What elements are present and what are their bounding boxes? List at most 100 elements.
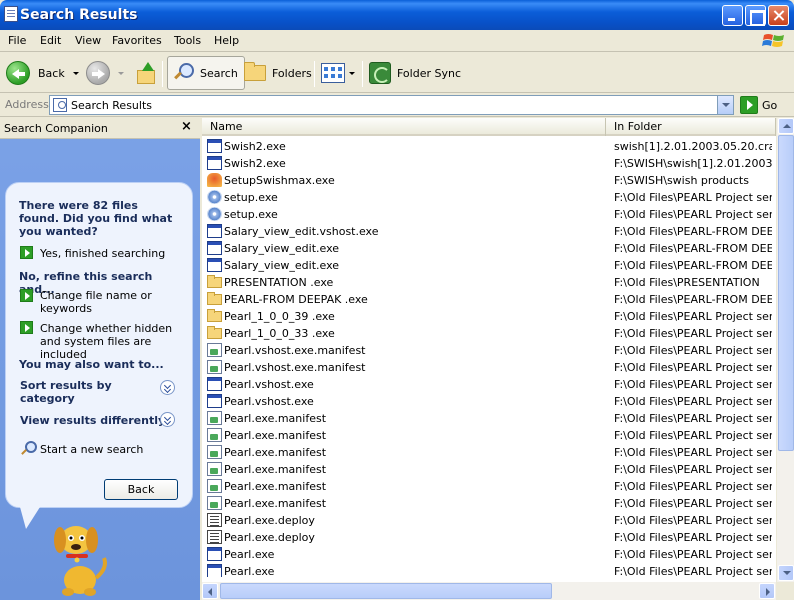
table-row[interactable]: PRESENTATION .exe F:\Old Files\PRESENTATI… [202, 274, 776, 291]
table-row[interactable]: Pearl.exe.manifest F:\Old Files\PEARL Pro… [202, 478, 776, 495]
table-row[interactable]: setup.exe F:\Old Files\PEARL Project sent… [202, 189, 776, 206]
companion-back-button[interactable]: Back [104, 479, 178, 500]
table-row[interactable]: setup.exe F:\Old Files\PEARL Project sent… [202, 206, 776, 223]
table-row[interactable]: Swish2.exe F:\SWISH\swish[1].2.01.2003.0.… [202, 155, 776, 172]
file-name[interactable]: Pearl.exe.manifest [224, 444, 606, 461]
file-name[interactable]: Pearl_1_0_0_39 .exe [224, 308, 606, 325]
menu-edit[interactable]: Edit [40, 34, 61, 47]
file-name[interactable]: PEARL-FROM DEEPAK .exe [224, 291, 606, 308]
address-input[interactable]: Search Results [49, 95, 734, 115]
table-row[interactable]: Salary_view_edit.exe F:\Old Files\PEARL-F… [202, 257, 776, 274]
views-dropdown-icon[interactable] [349, 71, 355, 75]
table-row[interactable]: Swish2.exe swish[1].2.01.2003.05.20.crack [202, 138, 776, 155]
file-name[interactable]: Pearl.exe.deploy [224, 512, 606, 529]
table-row[interactable]: Pearl.vshost.exe.manifest F:\Old Files\PE… [202, 359, 776, 376]
table-row[interactable]: Pearl.exe F:\Old Files\PEARL Project sent… [202, 563, 776, 577]
exe-icon [207, 394, 222, 408]
menu-favorites[interactable]: Favorites [112, 34, 162, 47]
column-in-folder[interactable]: In Folder [606, 118, 776, 136]
file-list-view[interactable]: Name In Folder Swish2.exe swish[1].2.01.2… [202, 118, 794, 600]
menu-tools[interactable]: Tools [174, 34, 201, 47]
search-button[interactable]: Search [167, 56, 245, 90]
file-folder: F:\Old Files\PEARL Project sent\... [614, 429, 772, 442]
back-dropdown-icon[interactable] [72, 71, 79, 75]
file-name[interactable]: Pearl.exe.manifest [224, 410, 606, 427]
address-value[interactable]: Search Results [71, 99, 152, 112]
column-name[interactable]: Name [202, 118, 606, 136]
menu-file[interactable]: File [8, 34, 26, 47]
file-name[interactable]: PRESENTATION .exe [224, 274, 606, 291]
file-name[interactable]: Pearl.vshost.exe.manifest [224, 342, 606, 359]
menu-bar: File Edit View Favorites Tools Help [0, 30, 794, 52]
menu-view[interactable]: View [75, 34, 101, 47]
yes-finished-link[interactable]: Yes, finished searching [40, 247, 185, 260]
table-row[interactable]: Pearl.vshost.exe F:\Old Files\PEARL Proje… [202, 376, 776, 393]
file-name[interactable]: Pearl.vshost.exe [224, 376, 606, 393]
table-row[interactable]: Pearl.exe.manifest F:\Old Files\PEARL Pro… [202, 427, 776, 444]
file-name[interactable]: Pearl.exe.deploy [224, 529, 606, 546]
folder-sync-button[interactable]: Folder Sync [369, 56, 461, 90]
file-name[interactable]: Pearl_1_0_0_33 .exe [224, 325, 606, 342]
table-row[interactable]: Pearl.vshost.exe F:\Old Files\PEARL Proje… [202, 393, 776, 410]
menu-help[interactable]: Help [214, 34, 239, 47]
file-name[interactable]: SetupSwishmax.exe [224, 172, 606, 189]
views-button[interactable] [321, 56, 355, 90]
table-row[interactable]: Pearl_1_0_0_39 .exe F:\Old Files\PEARL Pr… [202, 308, 776, 325]
table-row[interactable]: Pearl.exe.deploy F:\Old Files\PEARL Proje… [202, 512, 776, 529]
file-name[interactable]: Pearl.vshost.exe.manifest [224, 359, 606, 376]
close-window-button[interactable] [768, 5, 789, 26]
file-name[interactable]: Pearl.exe [224, 546, 606, 563]
go-button[interactable]: Go [740, 96, 777, 114]
vertical-scrollbar[interactable] [776, 118, 794, 582]
file-name[interactable]: Salary_view_edit.exe [224, 240, 606, 257]
sort-results-link[interactable]: Sort results by category [20, 379, 130, 405]
close-companion-icon[interactable]: × [181, 119, 192, 134]
table-row[interactable]: Pearl_1_0_0_33 .exe F:\Old Files\PEARL Pr… [202, 325, 776, 342]
forward-dropdown-icon[interactable] [118, 71, 124, 75]
file-name[interactable]: Swish2.exe [224, 155, 606, 172]
table-row[interactable]: Pearl.exe.manifest F:\Old Files\PEARL Pro… [202, 495, 776, 512]
table-row[interactable]: PEARL-FROM DEEPAK .exe F:\Old Files\PEARL… [202, 291, 776, 308]
folders-button[interactable]: Folders [244, 56, 312, 90]
expand-chevron-icon[interactable] [160, 412, 175, 427]
scroll-left-button[interactable] [202, 583, 218, 599]
file-name[interactable]: Pearl.exe.manifest [224, 478, 606, 495]
table-row[interactable]: SetupSwishmax.exe F:\SWISH\swish products [202, 172, 776, 189]
forward-button[interactable] [86, 56, 124, 90]
file-name[interactable]: setup.exe [224, 206, 606, 223]
maximize-button[interactable] [745, 5, 766, 26]
file-name[interactable]: setup.exe [224, 189, 606, 206]
change-name-link[interactable]: Change file name or keywords [40, 289, 160, 315]
file-name[interactable]: Pearl.exe.manifest [224, 495, 606, 512]
table-row[interactable]: Salary_view_edit.vshost.exe F:\Old Files\… [202, 223, 776, 240]
table-row[interactable]: Pearl.exe F:\Old Files\PEARL Project sent… [202, 546, 776, 563]
up-folder-button[interactable] [134, 56, 156, 90]
back-button[interactable]: Back [6, 56, 79, 90]
file-name[interactable]: Salary_view_edit.exe [224, 257, 606, 274]
change-hidden-link[interactable]: Change whether hidden and system files a… [40, 322, 185, 361]
table-row[interactable]: Pearl.vshost.exe.manifest F:\Old Files\PE… [202, 342, 776, 359]
scroll-down-button[interactable] [778, 565, 794, 581]
file-name[interactable]: Pearl.vshost.exe [224, 393, 606, 410]
file-name[interactable]: Salary_view_edit.vshost.exe [224, 223, 606, 240]
address-dropdown-icon[interactable] [717, 96, 733, 114]
view-results-link[interactable]: View results differently [20, 414, 170, 427]
table-row[interactable]: Salary_view_edit.exe F:\Old Files\PEARL-F… [202, 240, 776, 257]
search-results-window-icon[interactable] [4, 6, 18, 22]
horizontal-scrollbar[interactable] [202, 582, 776, 600]
file-name[interactable]: Pearl.exe.manifest [224, 427, 606, 444]
file-name[interactable]: Swish2.exe [224, 138, 606, 155]
minimize-button[interactable] [722, 5, 743, 26]
table-row[interactable]: Pearl.exe.manifest F:\Old Files\PEARL Pro… [202, 444, 776, 461]
table-row[interactable]: Pearl.exe.manifest F:\Old Files\PEARL Pro… [202, 461, 776, 478]
expand-chevron-icon[interactable] [160, 380, 175, 395]
new-search-link[interactable]: Start a new search [40, 443, 180, 456]
table-row[interactable]: Pearl.exe.manifest F:\Old Files\PEARL Pro… [202, 410, 776, 427]
table-row[interactable]: Pearl.exe.deploy F:\Old Files\PEARL Proje… [202, 529, 776, 546]
file-name[interactable]: Pearl.exe [224, 563, 606, 577]
scroll-right-button[interactable] [759, 583, 775, 599]
vertical-scroll-thumb[interactable] [778, 135, 794, 451]
scroll-up-button[interactable] [778, 118, 794, 134]
horizontal-scroll-thumb[interactable] [220, 583, 552, 599]
file-name[interactable]: Pearl.exe.manifest [224, 461, 606, 478]
